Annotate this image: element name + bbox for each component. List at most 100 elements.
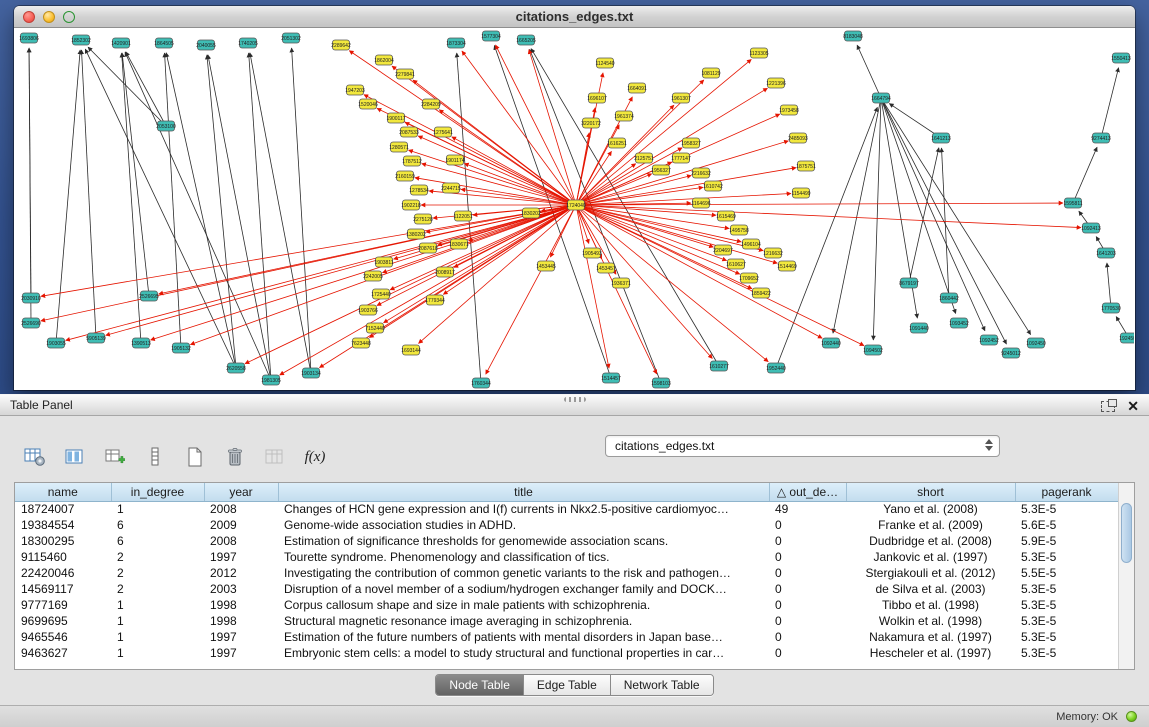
cell-out_degree[interactable]: 0 [769,549,846,565]
cell-in_degree[interactable]: 1 [111,645,204,661]
table-row[interactable]: 1830029562008Estimation of significance … [15,533,1118,549]
graph-node[interactable]: 2526690 [21,318,41,328]
graph-node[interactable]: 2008917 [435,267,455,277]
table-mode-icon-button[interactable] [20,444,50,470]
graph-node[interactable]: 1903134 [301,368,321,378]
graph-node[interactable]: 1973458 [779,105,799,115]
cell-pagerank[interactable]: 5.3E-5 [1015,613,1118,629]
graph-node[interactable]: 1779344 [425,295,445,305]
graph-edge[interactable] [405,122,576,205]
cell-name[interactable]: 19384554 [15,517,111,533]
cell-pagerank[interactable]: 5.5E-5 [1015,565,1118,581]
cell-year[interactable]: 2012 [204,565,278,581]
cell-in_degree[interactable]: 6 [111,533,204,549]
graph-node[interactable]: 1981305 [261,375,281,385]
graph-node[interactable]: 7623448 [351,338,371,348]
cell-title[interactable]: Embryonic stem cells: a model to study s… [278,645,769,661]
column-header-out_degree[interactable]: △ out_de… [769,483,846,501]
cell-name[interactable]: 18724007 [15,501,111,517]
graph-node[interactable]: 2087618 [418,243,438,253]
graph-node[interactable]: 2040055 [196,40,216,50]
graph-node[interactable]: 1862004 [374,55,394,65]
cell-out_degree[interactable]: 0 [769,565,846,581]
graph-node[interactable]: 1901174 [445,155,464,165]
graph-edge[interactable] [909,148,939,283]
table-row[interactable]: 1872400712008Changes of HCN gene express… [15,501,1118,517]
graph-node[interactable]: 1081129 [701,68,720,78]
graph-node[interactable]: 1641203 [1096,248,1116,258]
table-row[interactable]: 1938455462009Genome-wide association stu… [15,517,1118,533]
graph-node[interactable]: 1664091 [627,83,647,93]
cell-short[interactable]: Jankovic et al. (1997) [846,549,1015,565]
graph-node[interactable]: 1278534 [409,185,429,195]
graph-edge[interactable] [776,107,877,368]
column-header-year[interactable]: year [204,483,278,501]
graph-edge[interactable] [576,148,682,205]
cell-year[interactable]: 2003 [204,581,278,597]
cell-title[interactable]: Investigating the contribution of common… [278,565,769,581]
graph-node[interactable]: 1903811 [374,257,393,267]
graph-node[interactable]: 2279841 [395,69,415,79]
graph-node[interactable]: 1859422 [751,288,771,298]
graph-node[interactable]: 1453445 [536,261,556,271]
cell-out_degree[interactable]: 0 [769,597,846,613]
table-selector-dropdown[interactable]: citations_edges.txt [605,435,1000,457]
graph-node[interactable]: 1924503 [1119,333,1134,343]
tab-node-table[interactable]: Node Table [436,675,523,695]
graph-edge[interactable] [464,163,576,205]
graph-edge[interactable] [1073,147,1097,203]
cell-title[interactable]: Changes of HCN gene expression and I(f) … [278,501,769,517]
graph-edge[interactable] [529,50,576,205]
cell-title[interactable]: Structural magnetic resonance image aver… [278,613,769,629]
table-row[interactable]: 2242004622012Investigating the contribut… [15,565,1118,581]
graph-edge[interactable] [349,51,576,205]
graph-node[interactable]: 1787512 [402,156,422,166]
graph-node[interactable]: 1094502 [863,345,883,355]
cell-title[interactable]: Genome-wide association studies in ADHD. [278,517,769,533]
table-panel-header[interactable]: Table Panel ✕ [0,394,1149,416]
graph-node[interactable]: 1961374 [614,111,634,121]
graph-node[interactable]: 1280571 [389,142,409,152]
cell-title[interactable]: Estimation of significance thresholds fo… [278,533,769,549]
cell-short[interactable]: Dudbridge et al. (2008) [846,533,1015,549]
graph-node[interactable]: 1616251 [607,138,627,148]
graph-node[interactable]: 1740205 [238,38,258,48]
graph-node[interactable]: 1958327 [681,138,701,148]
graph-node[interactable]: 1875751 [796,161,816,171]
cell-year[interactable]: 1998 [204,613,278,629]
graph-edge[interactable] [576,205,609,368]
graph-node[interactable]: 1693806 [19,33,39,43]
cell-name[interactable]: 22420046 [15,565,111,581]
cell-title[interactable]: Disruption of a novel member of a sodium… [278,581,769,597]
cell-title[interactable]: Estimation of the future numbers of pati… [278,629,769,645]
graph-node[interactable]: 2204697 [713,245,733,255]
graph-edge[interactable] [576,205,741,242]
graph-edge[interactable] [495,45,576,205]
cell-title[interactable]: Tourette syndrome. Phenomenology and cla… [278,549,769,565]
table-row[interactable]: 977716911998Corpus callosum shape and si… [15,597,1118,613]
graph-node[interactable]: 1164696 [691,198,710,208]
graph-node[interactable]: 1725440 [371,289,391,299]
graph-node[interactable]: 1092452 [979,335,999,345]
graph-node[interactable]: 3220172 [581,118,601,128]
cell-short[interactable]: Stergiakouli et al. (2012) [846,565,1015,581]
column-header-name[interactable]: name [15,483,111,501]
cell-title[interactable]: Corpus callosum shape and size in male p… [278,597,769,613]
show-columns-icon-button[interactable] [60,444,90,470]
graph-node[interactable]: 1760344 [471,378,491,388]
graph-node[interactable]: 1092413 [1081,223,1101,233]
cell-short[interactable]: de Silva et al. (2003) [846,581,1015,597]
graph-node[interactable]: 1864505 [154,38,174,48]
column-header-pagerank[interactable]: pagerank [1015,483,1118,501]
graph-node[interactable]: 2289642 [331,40,351,50]
panel-splitter-handle[interactable] [564,397,586,402]
window-titlebar[interactable]: citations_edges.txt [14,6,1135,28]
cell-name[interactable]: 9463627 [15,645,111,661]
graph-node[interactable]: 1902218 [401,200,421,210]
graph-edge[interactable] [873,98,881,340]
graph-edge[interactable] [576,59,751,205]
cell-pagerank[interactable]: 5.3E-5 [1015,629,1118,645]
cell-year[interactable]: 1998 [204,597,278,613]
cell-in_degree[interactable]: 1 [111,597,204,613]
graph-node[interactable]: 1595811 [1063,198,1082,208]
